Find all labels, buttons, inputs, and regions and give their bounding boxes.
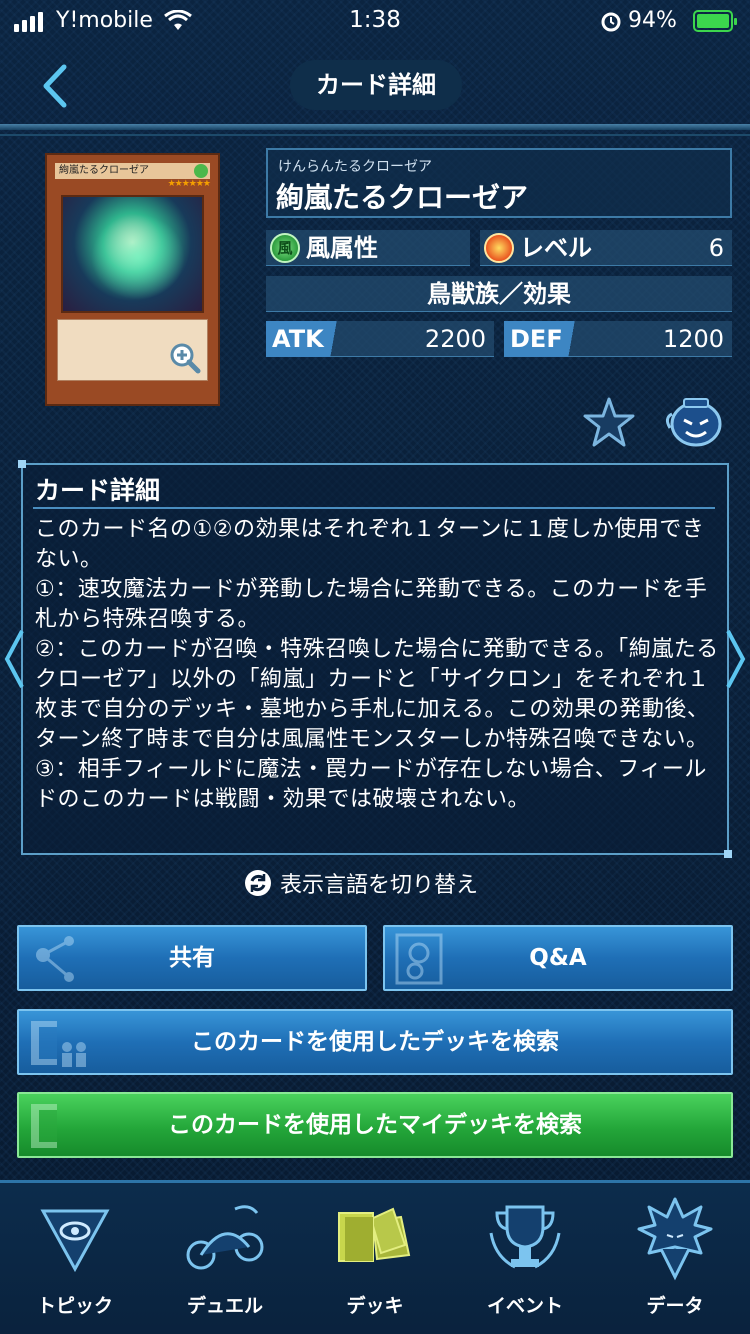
qa-button-label: Q&A <box>529 945 587 971</box>
character-icon <box>637 1197 713 1281</box>
zoom-icon[interactable] <box>169 342 201 374</box>
status-bar: Y!mobile 1:38 94% <box>0 0 750 42</box>
tab-data[interactable]: データ <box>600 1183 750 1334</box>
level-value: 6 <box>708 234 724 262</box>
card-name-box: けんらんたるクローゼア 絢嵐たるクローゼア <box>266 148 732 218</box>
def-row: DEF 1200 <box>504 321 732 357</box>
header: カード詳細 <box>0 55 750 117</box>
deck-cards-icon <box>338 1207 411 1262</box>
card-detail-panel: カード詳細 このカード名の①②の効果はそれぞれ１ターンに１度しか使用できない。 … <box>18 460 732 858</box>
header-divider <box>0 124 750 130</box>
card-image-level-stars: ★★★★★★ <box>167 179 211 189</box>
share-icon <box>36 936 74 982</box>
tab-topic[interactable]: トピック <box>0 1183 150 1334</box>
tab-duel[interactable]: デュエル <box>150 1183 300 1334</box>
tab-event[interactable]: イベント <box>450 1183 600 1334</box>
header-divider-thin <box>0 134 750 136</box>
favorite-star-icon[interactable] <box>582 396 636 448</box>
share-button[interactable]: 共有 <box>17 925 367 991</box>
def-value: 1200 <box>662 325 724 353</box>
tab-event-label: イベント <box>486 1295 563 1317</box>
qa-icon <box>395 933 443 985</box>
duel-runner-icon <box>186 1205 264 1270</box>
language-toggle[interactable]: 表示言語を切り替え <box>244 866 478 900</box>
card-artwork <box>61 195 204 313</box>
pot-of-greed-icon[interactable] <box>662 396 724 448</box>
attribute-label: 風属性 <box>306 234 378 262</box>
atk-value: 2200 <box>424 325 486 353</box>
tab-deck-label: デッキ <box>346 1295 404 1317</box>
level-star-icon <box>484 233 514 263</box>
card-image-textbox <box>57 319 208 381</box>
atk-row: ATK 2200 <box>266 321 494 357</box>
next-card-arrow-icon[interactable] <box>724 627 748 691</box>
card-effect-text: このカード名の①②の効果はそれぞれ１ターンに１度しか使用できない。 ①：速攻魔法… <box>35 517 719 812</box>
def-label: DEF <box>504 321 586 357</box>
battery-percent: 94% <box>628 8 677 33</box>
my-deck-icon <box>31 1104 57 1148</box>
card-image-attribute-icon <box>194 164 208 178</box>
battery-icon <box>693 10 737 32</box>
language-switch-icon <box>245 870 271 896</box>
atk-label: ATK <box>266 321 348 357</box>
card-name-ruby: けんらんたるクローゼア <box>278 159 432 175</box>
back-chevron-icon[interactable] <box>36 61 76 111</box>
wind-attribute-icon: 風 <box>270 233 300 263</box>
attribute-row: 風 風属性 <box>266 230 470 266</box>
search-deck-button-label: このカードを使用したデッキを検索 <box>191 1029 559 1055</box>
card-image-name: 絢嵐たるクローゼア <box>55 163 210 179</box>
search-my-deck-button-label: このカードを使用したマイデッキを検索 <box>168 1112 582 1138</box>
tab-duel-label: デュエル <box>186 1295 263 1317</box>
search-deck-button[interactable]: このカードを使用したデッキを検索 <box>17 1009 733 1075</box>
bottom-tab-bar: トピック デュエル デッキ イベント データ <box>0 1180 750 1334</box>
trophy-icon <box>489 1205 561 1269</box>
qa-button[interactable]: Q&A <box>383 925 733 991</box>
tab-data-label: データ <box>646 1295 704 1317</box>
share-button-label: 共有 <box>169 945 215 971</box>
detail-title: カード詳細 <box>35 476 161 505</box>
level-row: レベル 6 <box>480 230 732 266</box>
alarm-icon <box>601 12 621 32</box>
tab-deck[interactable]: デッキ <box>300 1183 450 1334</box>
monster-type: 鳥獣族／効果 <box>266 276 732 312</box>
level-label: レベル <box>520 234 592 262</box>
previous-card-arrow-icon[interactable] <box>2 627 26 691</box>
deck-people-icon <box>31 1021 86 1067</box>
card-name: 絢嵐たるクローゼア <box>276 181 529 214</box>
millennium-eye-icon <box>40 1209 110 1273</box>
page-title: カード詳細 <box>290 60 462 110</box>
card-image[interactable]: 絢嵐たるクローゼア ★★★★★★ <box>45 153 220 406</box>
language-toggle-label: 表示言語を切り替え <box>280 873 479 898</box>
detail-divider <box>33 507 715 509</box>
search-my-deck-button[interactable]: このカードを使用したマイデッキを検索 <box>17 1092 733 1158</box>
tab-topic-label: トピック <box>36 1295 113 1317</box>
